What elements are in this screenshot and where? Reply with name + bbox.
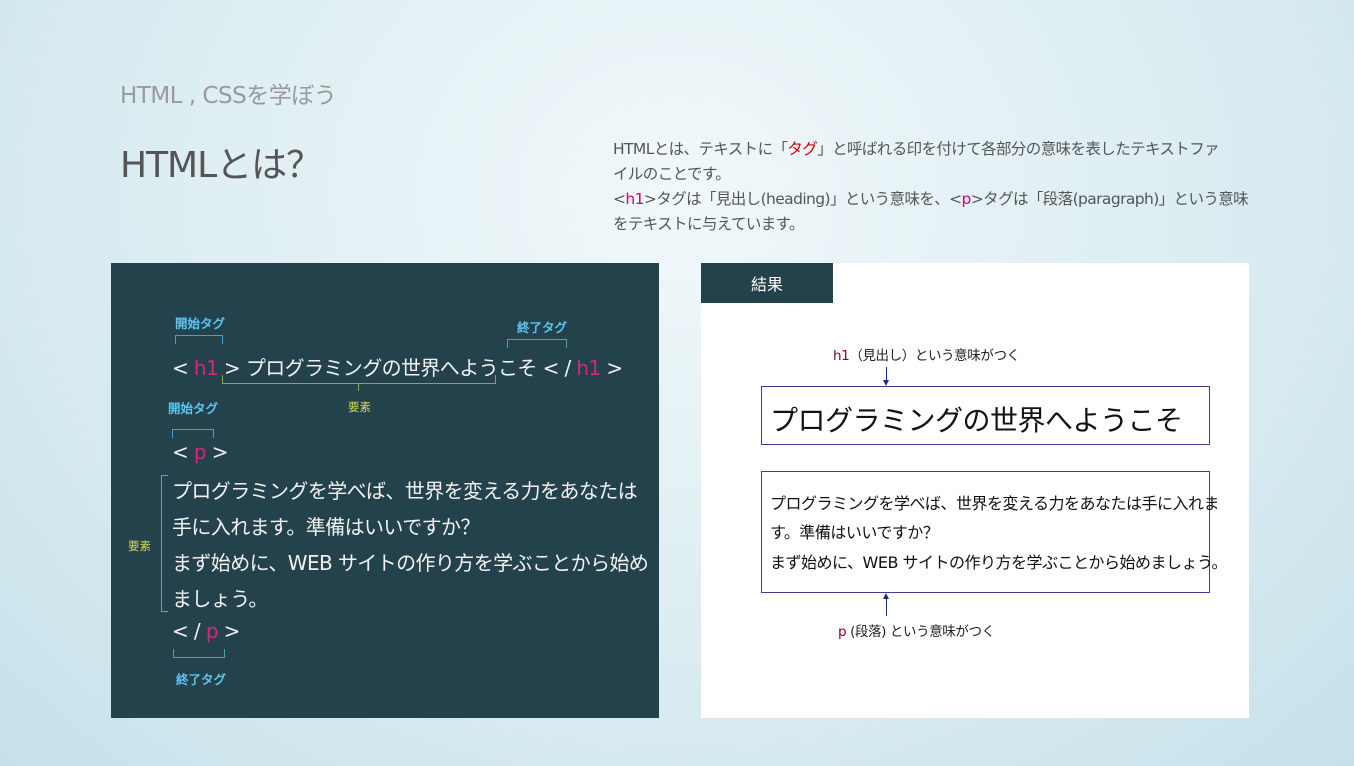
description: HTMLとは、テキストに「タグ」と呼ばれる印を付けて各部分の意味を表したテキスト…: [613, 137, 1253, 237]
p-render-line: まず始めに、WEB サイトの作り方を学ぶことから始めましょう。: [770, 553, 1228, 572]
arrow-down: [886, 367, 887, 381]
h1-open-tag: h1: [193, 356, 219, 380]
element-bracket: [222, 375, 496, 384]
desc-text: >タグは「見出し(heading)」という意味を、<: [643, 190, 962, 208]
result-panel: 結果 h1（見出し）という意味がつく プログラミングの世界へようこそ プログラミ…: [701, 263, 1249, 718]
element-label: 要素: [348, 400, 371, 414]
code-panel: 開始タグ 終了タグ < h1 > プログラミングの世界へようこそ < / h1 …: [111, 263, 659, 718]
desc-text: HTMLとは、テキストに「: [613, 140, 788, 158]
desc-highlight: タグ: [787, 140, 818, 158]
page-title: HTMLとは？: [120, 145, 322, 186]
desc-tag-p: p: [961, 190, 972, 208]
bracket: [175, 335, 223, 344]
start-tag-label: 開始タグ: [168, 401, 219, 416]
element-bracket: [161, 475, 168, 612]
start-tag-label: 開始タグ: [175, 316, 226, 331]
p-close-line: < / p >: [172, 619, 240, 643]
page-subtitle: HTML , CSSを学ぼう: [120, 83, 337, 109]
desc-text: >タグは「段落(paragraph)」という意味: [970, 190, 1249, 208]
bracket: [172, 429, 214, 438]
end-tag-label: 終了タグ: [176, 672, 227, 687]
desc-text: 」と呼ばれる印を付けて各部分の意味を表したテキストファ: [817, 140, 1220, 158]
desc-text: <: [613, 190, 626, 208]
bracket: [173, 649, 225, 658]
p-code-line: まず始めに、WEB サイトの作り方を学ぶことから始め: [172, 551, 649, 575]
desc-text: をテキストに与えています。: [613, 215, 805, 233]
arrow-up: [886, 598, 887, 616]
desc-text: イルのことです。: [613, 165, 731, 183]
p-render-line: す。準備はいいですか？: [770, 523, 939, 542]
element-label: 要素: [128, 539, 151, 553]
h1-render-text: プログラミングの世界へようこそ: [770, 404, 1183, 437]
bracket: [507, 339, 567, 348]
p-open-tag: p: [193, 440, 207, 464]
p-code-line: 手に入れます。準備はいいですか？: [172, 515, 480, 539]
end-tag-label: 終了タグ: [517, 320, 568, 335]
p-render-box: プログラミングを学べば、世界を変える力をあなたは手に入れま す。準備はいいですか…: [761, 471, 1228, 593]
p-code-line: プログラミングを学べば、世界を変える力をあなたは: [172, 479, 638, 503]
p-code-line: ましょう。: [172, 587, 268, 611]
result-tab: 結果: [701, 263, 833, 303]
p-open-line: < p >: [172, 440, 229, 464]
h1-annotation: h1（見出し）という意味がつく: [833, 348, 1020, 364]
p-close-tag: p: [205, 619, 219, 643]
p-render-line: プログラミングを学べば、世界を変える力をあなたは手に入れま: [770, 494, 1220, 513]
desc-tag-h1: h1: [625, 190, 644, 208]
h1-close-tag: h1: [576, 356, 601, 380]
h1-render-box: プログラミングの世界へようこそ: [761, 386, 1210, 445]
p-annotation: p (段落) という意味がつく: [838, 624, 995, 640]
